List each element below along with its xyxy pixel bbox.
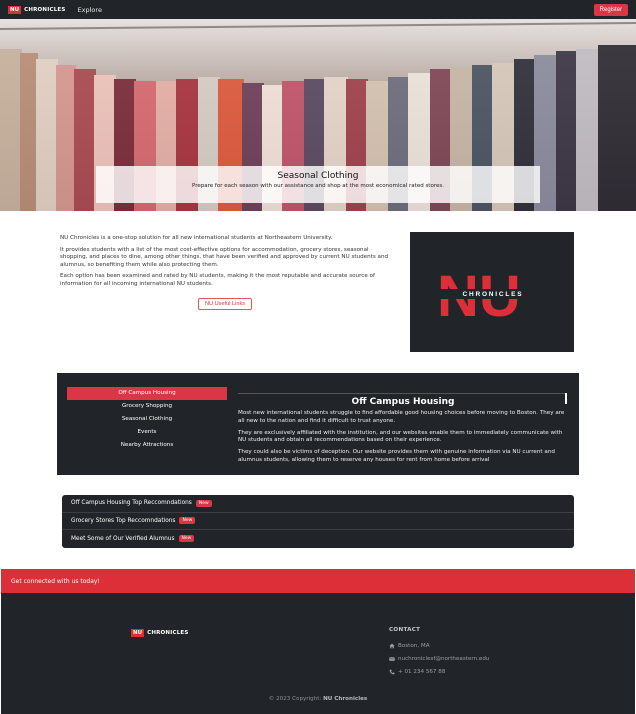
- logo-text: CHRONICLES: [147, 630, 189, 636]
- new-badge: New: [195, 499, 212, 507]
- about-paragraph: Each option has been examined and rated …: [60, 273, 375, 287]
- tab-events[interactable]: Events: [67, 426, 227, 439]
- tab-list: Off Campus Housing Grocery Shopping Seas…: [67, 387, 227, 452]
- tab-body-paragraph: They are exclusively affiliated with the…: [238, 429, 563, 444]
- nu-chronicles-logo: NU C H R O N I C L E S: [432, 264, 552, 329]
- about-text: NU Chronicles is a one-stop solution for…: [60, 235, 390, 292]
- phone-text: + 01 234 567 88: [398, 669, 446, 675]
- tab-nearby-attractions[interactable]: Nearby Attractions: [67, 439, 227, 452]
- tab-content-rule: [238, 393, 568, 404]
- tab-content-body[interactable]: Most new international students struggle…: [238, 410, 568, 466]
- about-paragraph: NU Chronicles is a one-stop solution for…: [60, 235, 333, 241]
- accordion-item-grocery[interactable]: Grocery Stores Top Reccomndations New: [62, 513, 574, 530]
- accordion-label: Grocery Stores Top Reccomndations: [71, 517, 176, 524]
- hero-carousel: Seasonal Clothing Prepare for each seaso…: [0, 19, 636, 211]
- logo-mark: NU: [131, 629, 145, 637]
- footer-logo[interactable]: NU CHRONICLES: [131, 629, 189, 637]
- nav-logo[interactable]: NU CHRONICLES: [8, 6, 66, 14]
- logo-mark: NU: [8, 6, 22, 14]
- copyright-brand-link[interactable]: NU Chronicles: [323, 696, 367, 702]
- tab-content: Off Campus Housing Most new internationa…: [238, 387, 568, 466]
- contact-heading: CONTACT: [389, 627, 421, 633]
- tab-seasonal-clothing[interactable]: Seasonal Clothing: [67, 413, 227, 426]
- brand-logo-panel: NU C H R O N I C L E S: [410, 232, 574, 352]
- accordion-label: Meet Some of Our Verified Alumnus: [71, 535, 175, 542]
- tab-content-title: Off Campus Housing: [351, 397, 455, 407]
- hero-title: Seasonal Clothing: [277, 171, 359, 181]
- tab-grocery-shopping[interactable]: Grocery Shopping: [67, 400, 227, 413]
- accordion-label: Off Campus Housing Top Reccomndations: [71, 500, 192, 507]
- about-paragraph: It provides students with a list of the …: [60, 246, 389, 268]
- tab-body-paragraph: Most new international students struggle…: [238, 410, 565, 424]
- copyright-prefix: © 2023 Copyright:: [268, 696, 322, 702]
- contact-phone: + 01 234 567 88: [389, 669, 489, 675]
- connect-banner: Get connected with us today!: [1, 569, 635, 593]
- new-badge: New: [178, 535, 195, 543]
- contact-block: CONTACT Boston, MA nuchroniclesf@northea…: [389, 627, 489, 682]
- logo-text: CHRONICLES: [24, 7, 66, 13]
- hero-subtitle: Prepare for each season with our assista…: [192, 183, 444, 189]
- tab-off-campus-housing[interactable]: Off Campus Housing: [67, 387, 227, 400]
- logo-word: C H R O N I C L E S: [462, 291, 522, 298]
- category-tabs-section: Off Campus Housing Grocery Shopping Seas…: [57, 373, 579, 475]
- email-text[interactable]: nuchroniclesf@northeastern.edu: [398, 656, 489, 662]
- copyright: © 2023 Copyright: NU Chronicles: [1, 696, 635, 702]
- hero-caption: Seasonal Clothing Prepare for each seaso…: [96, 166, 540, 203]
- home-icon: [389, 643, 395, 649]
- envelope-icon: [389, 657, 395, 661]
- new-badge: New: [179, 517, 196, 525]
- nav-explore-link[interactable]: Explore: [78, 6, 102, 14]
- recommendations-accordion: Off Campus Housing Top Reccomndations Ne…: [62, 495, 574, 548]
- tab-body-paragraph: They could also be victims of deception.…: [238, 449, 555, 464]
- accordion-item-housing[interactable]: Off Campus Housing Top Reccomndations Ne…: [62, 495, 574, 513]
- contact-location: Boston, MA: [389, 643, 489, 649]
- navbar: NU CHRONICLES Explore Register: [0, 0, 636, 20]
- register-button[interactable]: Register: [593, 4, 628, 16]
- useful-links-button[interactable]: NU Useful Links: [198, 298, 253, 310]
- contact-email: nuchroniclesf@northeastern.edu: [389, 656, 489, 662]
- connect-text: Get connected with us today!: [11, 577, 100, 585]
- footer: NU CHRONICLES CONTACT Boston, MA nuchron…: [1, 593, 635, 714]
- phone-icon: [389, 669, 395, 675]
- accordion-item-alumnus[interactable]: Meet Some of Our Verified Alumnus New: [62, 530, 574, 548]
- location-text: Boston, MA: [398, 643, 430, 649]
